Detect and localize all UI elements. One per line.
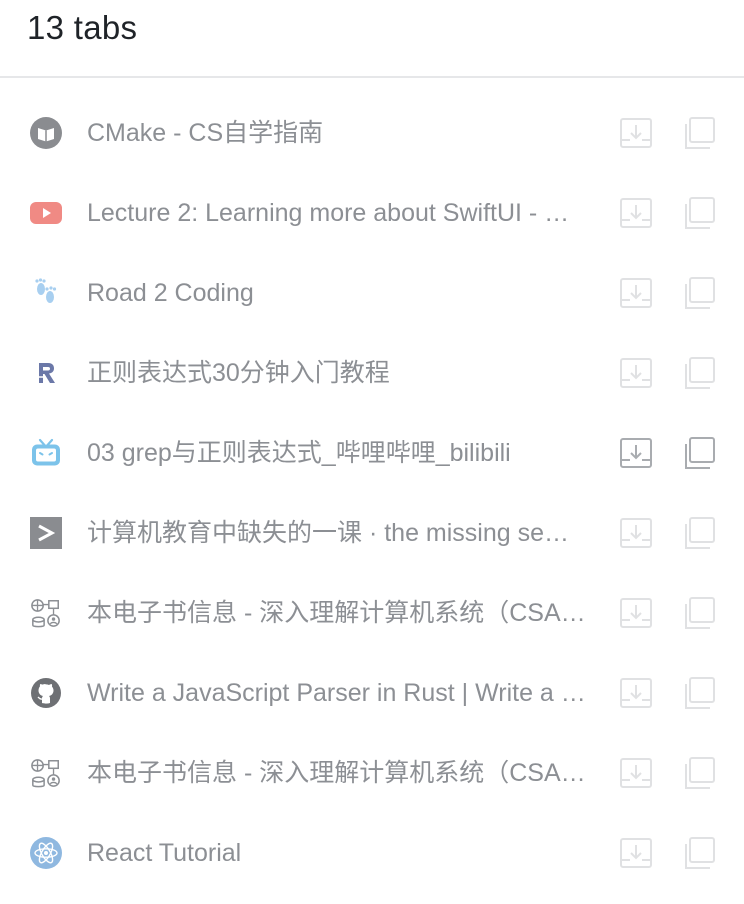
download-icon[interactable] bbox=[618, 355, 654, 391]
download-icon[interactable] bbox=[618, 755, 654, 791]
copy-icon[interactable] bbox=[681, 675, 717, 711]
download-icon[interactable] bbox=[618, 595, 654, 631]
tab-title: 计算机教育中缺失的一课 · the missing se… bbox=[87, 519, 570, 547]
bilibili-icon bbox=[30, 437, 62, 469]
tab-row[interactable]: 03 grep与正则表达式_哔哩哔哩_bilibili bbox=[0, 413, 744, 493]
terminal-icon bbox=[30, 517, 62, 549]
footprints-icon bbox=[30, 277, 62, 309]
tab-row[interactable]: 正则表达式30分钟入门教程 bbox=[0, 333, 744, 413]
tab-title: React Tutorial bbox=[87, 839, 242, 867]
tab-row[interactable]: 本电子书信息 - 深入理解计算机系统（CSA… bbox=[0, 573, 744, 653]
tab-row[interactable]: Lecture 2: Learning more about SwiftUI -… bbox=[0, 173, 744, 253]
download-icon[interactable] bbox=[618, 435, 654, 471]
download-icon[interactable] bbox=[618, 675, 654, 711]
youtube-icon bbox=[30, 197, 62, 229]
github-icon bbox=[30, 677, 62, 709]
download-icon[interactable] bbox=[618, 195, 654, 231]
download-icon[interactable] bbox=[618, 275, 654, 311]
copy-icon[interactable] bbox=[681, 115, 717, 151]
tab-row[interactable]: Road 2 Coding bbox=[0, 253, 744, 333]
tab-title: Write a JavaScript Parser in Rust | Writ… bbox=[87, 679, 586, 707]
letter-r-icon bbox=[30, 357, 62, 389]
tab-count-title: 13 tabs bbox=[27, 9, 138, 46]
tab-title: Road 2 Coding bbox=[87, 279, 254, 307]
copy-icon[interactable] bbox=[681, 195, 717, 231]
tab-row[interactable]: Write a JavaScript Parser in Rust | Writ… bbox=[0, 653, 744, 733]
tab-title: Lecture 2: Learning more about SwiftUI -… bbox=[87, 199, 570, 227]
copy-icon[interactable] bbox=[681, 515, 717, 551]
copy-icon[interactable] bbox=[681, 595, 717, 631]
copy-icon[interactable] bbox=[681, 835, 717, 871]
copy-icon[interactable] bbox=[681, 755, 717, 791]
tab-row[interactable]: 计算机教育中缺失的一课 · the missing se… bbox=[0, 493, 744, 573]
book-icon bbox=[30, 117, 62, 149]
download-icon[interactable] bbox=[618, 115, 654, 151]
tab-title: 03 grep与正则表达式_哔哩哔哩_bilibili bbox=[87, 439, 511, 467]
copy-icon[interactable] bbox=[681, 435, 717, 471]
copy-icon[interactable] bbox=[681, 275, 717, 311]
network-diagram-icon bbox=[30, 757, 62, 789]
download-icon[interactable] bbox=[618, 515, 654, 551]
tab-row[interactable]: React Tutorial bbox=[0, 813, 744, 893]
network-diagram-icon bbox=[30, 597, 62, 629]
download-icon[interactable] bbox=[618, 835, 654, 871]
tab-row[interactable]: 本电子书信息 - 深入理解计算机系统（CSA… bbox=[0, 733, 744, 813]
tab-title: 本电子书信息 - 深入理解计算机系统（CSA… bbox=[87, 759, 586, 787]
react-icon bbox=[30, 837, 62, 869]
tab-title: CMake - CS自学指南 bbox=[87, 119, 324, 147]
tab-title: 本电子书信息 - 深入理解计算机系统（CSA… bbox=[87, 599, 586, 627]
tab-title: 正则表达式30分钟入门教程 bbox=[87, 359, 390, 387]
copy-icon[interactable] bbox=[681, 355, 717, 391]
tabs-header: 13 tabs bbox=[0, 0, 744, 78]
tab-row[interactable]: CMake - CS自学指南 bbox=[0, 93, 744, 173]
